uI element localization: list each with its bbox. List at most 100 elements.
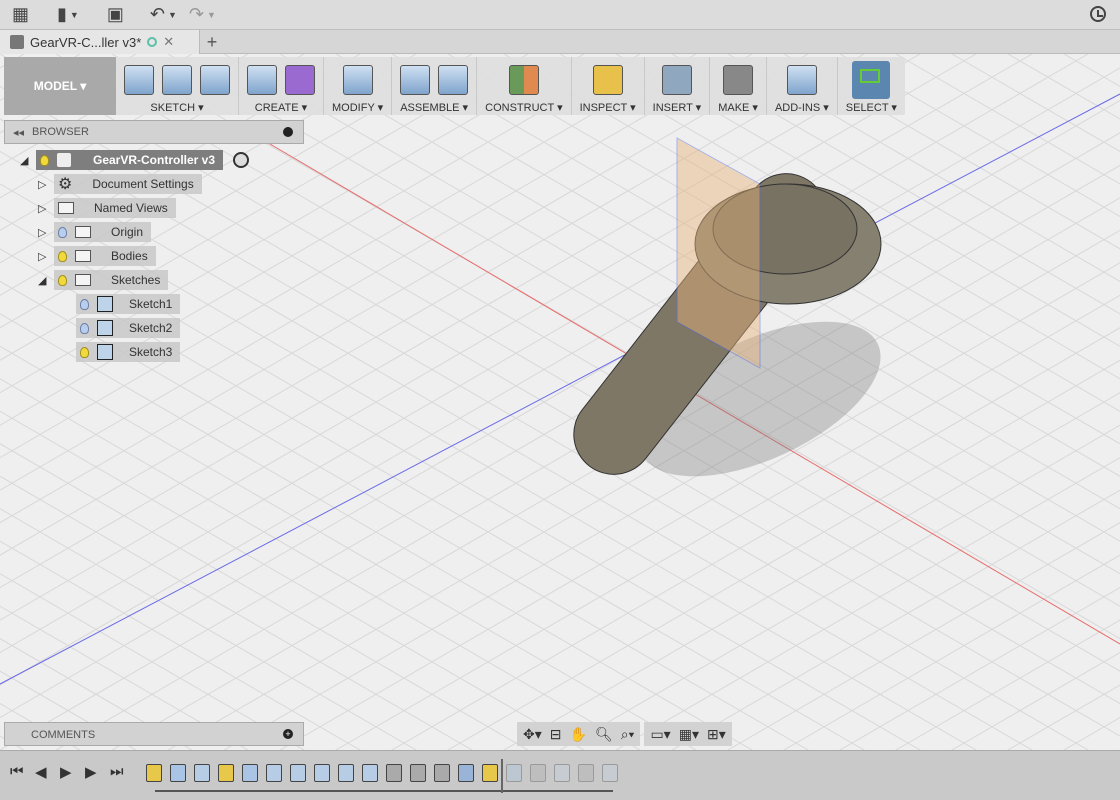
tree-item[interactable]: Sketch1 xyxy=(60,294,181,314)
redo-icon[interactable]: ↷ ▼ xyxy=(189,4,216,25)
expand-arrow-icon[interactable]: ▷ xyxy=(38,226,54,239)
timeline-sketch-feature[interactable] xyxy=(482,764,498,782)
expand-arrow-icon[interactable]: ▷ xyxy=(38,202,54,215)
measure-icon[interactable] xyxy=(592,65,623,95)
timeline-fillet-feature[interactable] xyxy=(338,764,354,782)
timeline-extrude-feature[interactable] xyxy=(242,764,258,782)
add-ins-menu[interactable]: ADD-INS ▾ xyxy=(775,101,829,114)
tree-node[interactable]: ⚙ Document Settings xyxy=(54,174,202,194)
timeline-move-feature[interactable] xyxy=(578,764,594,782)
timeline-move-feature[interactable] xyxy=(386,764,402,782)
viewports-icon[interactable]: ⊞▾ xyxy=(707,726,726,743)
insert-image-icon[interactable] xyxy=(661,65,692,95)
tree-node[interactable]: GearVR-Controller v3 xyxy=(36,150,224,170)
expand-arrow-icon[interactable]: ▷ xyxy=(38,178,54,191)
document-tab[interactable]: GearVR-C...ller v3* ✕ xyxy=(0,30,200,54)
timeline-combine-feature[interactable] xyxy=(602,764,618,782)
select-icon[interactable] xyxy=(852,61,891,99)
offset-plane-icon[interactable] xyxy=(508,65,539,95)
activate-radio-icon[interactable] xyxy=(233,152,249,168)
pan-icon[interactable]: ✋ xyxy=(570,726,587,743)
make-menu[interactable]: MAKE ▾ xyxy=(718,101,758,114)
zoom-icon[interactable]: 🔍︎ xyxy=(595,726,613,743)
file-icon[interactable]: ▮ ▼ xyxy=(57,4,79,25)
timeline-sketch-feature[interactable] xyxy=(146,764,162,782)
grid-icon[interactable]: ▦▾ xyxy=(679,726,699,743)
select-menu[interactable]: SELECT ▾ xyxy=(846,101,897,114)
apps-grid-icon[interactable]: ▦ xyxy=(12,4,29,25)
tree-item[interactable]: ▷ Origin xyxy=(38,222,152,242)
timeline-fillet-feature[interactable] xyxy=(362,764,378,782)
tree-item[interactable]: ▷ Bodies xyxy=(38,246,156,266)
create-menu[interactable]: CREATE ▾ xyxy=(255,101,307,114)
timeline-move-feature[interactable] xyxy=(434,764,450,782)
timeline-extrude-feature[interactable] xyxy=(170,764,186,782)
collapse-panel-icon[interactable]: ◂◂ xyxy=(13,126,24,139)
close-tab-icon[interactable]: ✕ xyxy=(163,34,174,50)
create-sketch-icon[interactable] xyxy=(124,65,154,95)
display-settings-icon[interactable]: ▭▾ xyxy=(650,726,670,743)
scripts-addins-icon[interactable] xyxy=(786,65,817,95)
sketch-menu[interactable]: SKETCH ▾ xyxy=(150,101,203,114)
3d-print-icon[interactable] xyxy=(723,65,754,95)
expand-arrow-icon[interactable]: ◢ xyxy=(38,274,54,287)
save-icon[interactable]: ▣ xyxy=(107,4,124,25)
timeline-fillet-feature[interactable] xyxy=(290,764,306,782)
timeline-fillet-feature[interactable] xyxy=(194,764,210,782)
tree-item[interactable]: Sketch2 xyxy=(60,318,181,338)
tree-item[interactable]: Sketch3 xyxy=(60,342,181,362)
spline-icon[interactable] xyxy=(162,65,192,95)
tree-node[interactable]: Named Views xyxy=(54,198,176,218)
form-icon[interactable] xyxy=(285,65,315,95)
step-forward-icon[interactable]: ▶ xyxy=(85,763,97,781)
visibility-bulb-icon[interactable] xyxy=(40,154,49,166)
step-back-icon[interactable]: ◀ xyxy=(35,763,47,781)
tree-node[interactable]: Sketch1 xyxy=(76,294,181,314)
extrude-icon[interactable] xyxy=(247,65,277,95)
expand-arrow-icon[interactable]: ▷ xyxy=(38,250,54,263)
visibility-bulb-icon[interactable] xyxy=(58,274,67,286)
expand-arrow-icon[interactable]: ◢ xyxy=(20,154,36,167)
inspect-menu[interactable]: INSPECT ▾ xyxy=(580,101,636,114)
orbit-icon[interactable]: ✥▾ xyxy=(523,726,542,743)
tree-item[interactable]: ◢ Sketches xyxy=(38,270,169,290)
timeline-fillet-feature[interactable] xyxy=(266,764,282,782)
add-comment-icon[interactable]: + xyxy=(283,729,293,739)
undo-icon[interactable]: ↶ ▼ xyxy=(150,4,177,25)
skip-end-icon[interactable]: ⏭ xyxy=(110,763,124,780)
minimize-icon[interactable] xyxy=(283,127,293,137)
timeline-move-feature[interactable] xyxy=(530,764,546,782)
timeline-shell-feature[interactable] xyxy=(458,764,474,782)
rectangle-icon[interactable] xyxy=(200,65,230,95)
visibility-bulb-icon[interactable] xyxy=(58,250,67,262)
tree-node[interactable]: Sketch2 xyxy=(76,318,181,338)
timeline-move-feature[interactable] xyxy=(410,764,426,782)
tree-item[interactable]: ▷ ⚙ Document Settings xyxy=(38,174,202,194)
tree-node[interactable]: Sketches xyxy=(54,270,169,290)
fit-icon[interactable]: ⌕▾ xyxy=(621,726,635,743)
workspace-switcher[interactable]: MODEL ▾ xyxy=(4,57,116,115)
tree-node[interactable]: Sketch3 xyxy=(76,342,181,362)
clock-icon[interactable] xyxy=(1090,6,1106,22)
timeline-combine-feature[interactable] xyxy=(554,764,570,782)
new-tab-button[interactable]: + xyxy=(200,30,224,53)
tree-item[interactable]: ◢ GearVR-Controller v3 xyxy=(20,150,224,170)
comments-panel[interactable]: COMMENTS + xyxy=(4,722,304,746)
play-icon[interactable]: ▶ xyxy=(60,763,72,781)
visibility-bulb-icon[interactable] xyxy=(80,298,89,310)
joint-icon[interactable] xyxy=(438,65,469,95)
tree-node[interactable]: Origin xyxy=(54,222,152,242)
visibility-bulb-icon[interactable] xyxy=(58,226,67,238)
insert-menu[interactable]: INSERT ▾ xyxy=(653,101,702,114)
skip-start-icon[interactable]: ⏮ xyxy=(10,763,24,780)
timeline-fillet-feature[interactable] xyxy=(314,764,330,782)
timeline-sketch-feature[interactable] xyxy=(218,764,234,782)
construct-menu[interactable]: CONSTRUCT ▾ xyxy=(485,101,562,114)
assemble-menu[interactable]: ASSEMBLE ▾ xyxy=(400,101,468,114)
tree-item[interactable]: ▷ Named Views xyxy=(38,198,176,218)
press-pull-icon[interactable] xyxy=(342,65,373,95)
timeline-extrude-feature[interactable] xyxy=(506,764,522,782)
look-at-icon[interactable]: ⊟ xyxy=(550,726,562,743)
visibility-bulb-icon[interactable] xyxy=(80,322,89,334)
modify-menu[interactable]: MODIFY ▾ xyxy=(332,101,383,114)
